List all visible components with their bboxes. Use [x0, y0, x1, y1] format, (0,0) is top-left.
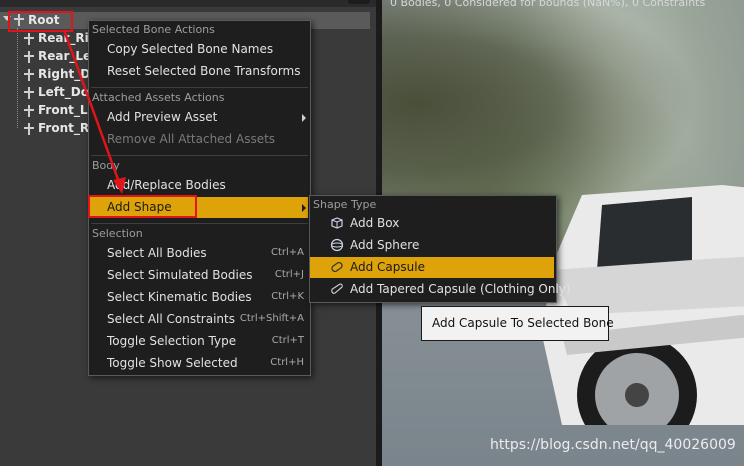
watermark-text: https://blog.csdn.net/qq_40026009	[490, 437, 736, 453]
tooltip: Add Capsule To Selected Bone	[421, 306, 614, 341]
menu-item-select-simulated-bodies[interactable]: Select Simulated Bodies Ctrl+J	[89, 265, 308, 286]
menu-item-add-tapered-capsule[interactable]: Add Tapered Capsule (Clothing Only)	[310, 279, 571, 300]
menu-item-select-all-bodies[interactable]: Select All Bodies Ctrl+A	[89, 243, 308, 264]
menu-item-copy-bone-names[interactable]: Copy Selected Bone Names	[89, 39, 308, 60]
menu-item-shortcut: Ctrl+A	[270, 247, 304, 258]
tooltip-text: Add Capsule To Selected Bone	[432, 316, 614, 330]
menu-item-label: Add Box	[350, 216, 400, 230]
menu-item-label: Toggle Show Selected	[107, 356, 238, 370]
tapered-capsule-icon	[331, 283, 343, 294]
tree-toolbar	[0, 0, 376, 7]
bone-icon	[23, 105, 35, 117]
menu-item-label: Toggle Selection Type	[107, 334, 237, 348]
bone-icon	[23, 51, 35, 63]
bone-icon	[23, 33, 35, 45]
menu-item-add-sphere[interactable]: Add Sphere	[310, 235, 554, 256]
annotation-box-add-shape	[88, 195, 197, 218]
menu-item-shortcut: Ctrl+H	[270, 357, 304, 368]
menu-section-header: Attached Assets Actions	[92, 91, 225, 104]
menu-item-remove-attached-assets[interactable]: Remove All Attached Assets	[89, 129, 308, 150]
viewport-stats-text: 0 Bodies, 0 Considered for bounds (NaN%)…	[390, 0, 706, 9]
box-shape-icon	[331, 217, 343, 229]
menu-item-label: Add Sphere	[350, 238, 420, 252]
submenu-arrow-icon	[302, 204, 306, 212]
shape-type-submenu: Shape Type Add Box Add Sphere Add Capsul…	[309, 195, 571, 303]
menu-section-header: Body	[92, 159, 120, 172]
menu-item-add-replace-bodies[interactable]: Add/Replace Bodies	[89, 175, 308, 196]
submenu-arrow-icon	[302, 114, 306, 122]
tree-item-label: Front_Le	[38, 103, 96, 117]
bone-icon	[23, 69, 35, 81]
menu-item-label: Reset Selected Bone Transforms	[107, 64, 301, 78]
menu-section-header: Shape Type	[313, 198, 377, 211]
menu-separator	[91, 87, 308, 88]
menu-item-add-preview-asset[interactable]: Add Preview Asset	[89, 107, 308, 128]
tree-item-bone[interactable]: Left_Doo	[0, 84, 97, 102]
search-field-edge[interactable]	[348, 0, 370, 4]
capsule-shape-icon	[331, 261, 343, 273]
menu-item-shortcut: Ctrl+J	[274, 269, 304, 280]
menu-item-label: Add/Replace Bodies	[107, 178, 226, 192]
menu-separator	[91, 223, 308, 224]
menu-item-label: Select All Bodies	[107, 246, 207, 260]
menu-item-label: Add Capsule	[350, 260, 425, 274]
menu-item-add-box[interactable]: Add Box	[310, 213, 554, 234]
menu-item-toggle-selection-type[interactable]: Toggle Selection Type Ctrl+T	[89, 331, 308, 352]
menu-section-header: Selection	[92, 227, 143, 240]
menu-item-label: Select Simulated Bodies	[107, 268, 253, 282]
menu-item-shortcut: Ctrl+T	[271, 335, 304, 346]
menu-item-select-kinematic-bodies[interactable]: Select Kinematic Bodies Ctrl+K	[89, 287, 308, 308]
menu-item-label: Add Tapered Capsule (Clothing Only)	[350, 282, 571, 296]
menu-item-label: Remove All Attached Assets	[107, 132, 276, 146]
menu-item-label: Select Kinematic Bodies	[107, 290, 252, 304]
menu-item-select-all-constraints[interactable]: Select All Constraints Ctrl+Shift+A	[89, 309, 308, 330]
menu-item-shortcut: Ctrl+K	[271, 291, 304, 302]
menu-item-add-capsule[interactable]: Add Capsule	[310, 257, 554, 278]
menu-item-label: Add Preview Asset	[107, 110, 218, 124]
menu-section-header: Selected Bone Actions	[92, 23, 215, 36]
tree-item-bone[interactable]: Front_Rig	[0, 120, 102, 138]
menu-item-label: Copy Selected Bone Names	[107, 42, 274, 56]
menu-item-shortcut: Ctrl+Shift+A	[239, 313, 304, 324]
tree-item-bone[interactable]: Rear_Rig	[0, 30, 97, 48]
annotation-box-root	[8, 11, 73, 32]
sphere-shape-icon	[330, 238, 344, 252]
tree-item-bone[interactable]: Front_Le	[0, 102, 96, 120]
bone-icon	[23, 123, 35, 135]
menu-item-toggle-show-selected[interactable]: Toggle Show Selected Ctrl+H	[89, 353, 308, 374]
car-model	[542, 185, 744, 425]
bone-icon	[23, 87, 35, 99]
menu-item-reset-bone-transforms[interactable]: Reset Selected Bone Transforms	[89, 61, 308, 82]
menu-separator	[91, 155, 308, 156]
tree-item-bone[interactable]: Right_Do	[0, 66, 98, 84]
tree-item-bone[interactable]: Rear_Lef	[0, 48, 96, 66]
menu-item-label: Select All Constraints	[107, 312, 235, 326]
